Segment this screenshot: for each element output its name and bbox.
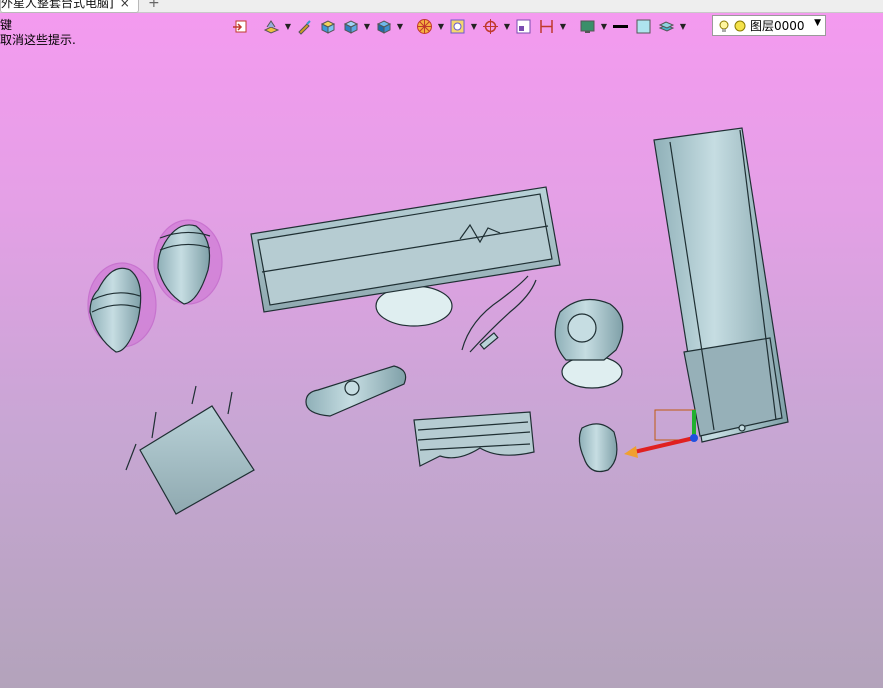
- chevron-down-icon[interactable]: ▼: [437, 15, 445, 37]
- import-icon[interactable]: [230, 15, 251, 37]
- chevron-down-icon[interactable]: ▼: [396, 15, 404, 37]
- display-icon[interactable]: [577, 15, 598, 37]
- chevron-down-icon[interactable]: ▼: [470, 15, 478, 37]
- tab-title: 外星人整套台式电脑]: [1, 0, 114, 10]
- new-tab-icon[interactable]: +: [148, 0, 160, 11]
- axis-triad: [624, 409, 698, 458]
- brush-icon[interactable]: [294, 15, 315, 37]
- cube-icon[interactable]: [340, 15, 361, 37]
- model-scene[interactable]: [0, 0, 883, 688]
- tab-document[interactable]: 外星人整套台式电脑] ×: [0, 0, 139, 13]
- pill-speaker[interactable]: [305, 365, 407, 417]
- speaker-right[interactable]: [153, 219, 223, 305]
- layer-stack-icon[interactable]: [261, 15, 282, 37]
- chevron-down-icon[interactable]: ▼: [600, 15, 608, 37]
- pc-tower[interactable]: [653, 127, 789, 443]
- wheel-icon[interactable]: [414, 15, 435, 37]
- usb-cable[interactable]: [461, 275, 537, 353]
- mouse[interactable]: [578, 423, 618, 473]
- chevron-down-icon[interactable]: ▼: [284, 15, 292, 37]
- cube-face-icon[interactable]: [317, 15, 338, 37]
- layer-manager-icon[interactable]: [656, 15, 677, 37]
- layer-select[interactable]: 图层0000 ▼: [712, 15, 826, 36]
- window-icon[interactable]: [513, 15, 534, 37]
- chevron-down-icon[interactable]: ▼: [679, 15, 687, 37]
- crosshair-icon[interactable]: [480, 15, 501, 37]
- router[interactable]: [125, 385, 255, 515]
- mouse-pad[interactable]: [554, 298, 624, 389]
- speaker-left[interactable]: [87, 262, 157, 353]
- fill-color-icon[interactable]: [633, 15, 654, 37]
- hint-line-2: 取消这些提示.: [0, 33, 76, 47]
- chevron-down-icon[interactable]: ▼: [363, 15, 371, 37]
- chevron-down-icon[interactable]: ▼: [814, 18, 821, 28]
- layer-value: 图层0000: [750, 19, 805, 33]
- dimension-icon[interactable]: [536, 15, 557, 37]
- document-tab-bar: 外星人整套台式电脑] × +: [0, 0, 883, 13]
- flexible-keyboard[interactable]: [413, 411, 535, 467]
- bulb-icon[interactable]: [717, 19, 731, 33]
- hint-line-1: 键: [0, 18, 13, 32]
- monitor[interactable]: [250, 186, 561, 327]
- sun-icon[interactable]: [733, 19, 747, 33]
- close-icon[interactable]: ×: [120, 0, 130, 11]
- frame-icon[interactable]: [447, 15, 468, 37]
- cube-view-icon[interactable]: [373, 15, 394, 37]
- chevron-down-icon[interactable]: ▼: [559, 15, 567, 37]
- chevron-down-icon[interactable]: ▼: [503, 15, 511, 37]
- line-color-icon[interactable]: [610, 15, 631, 37]
- view-toolbar: ▼ ▼ ▼ ▼ ▼ ▼ ▼ ▼ ▼: [230, 14, 687, 38]
